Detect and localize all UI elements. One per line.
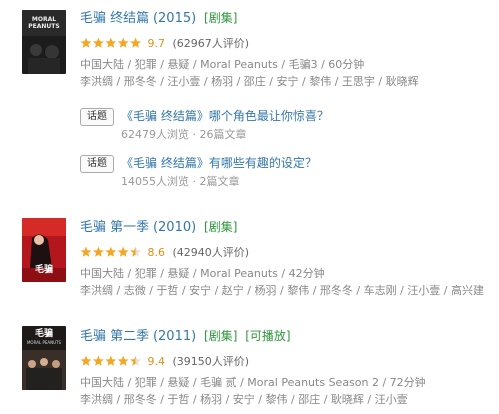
topic-meta-1: 62479人浏览 · 26篇文章 bbox=[121, 128, 247, 141]
star-icon bbox=[80, 355, 92, 366]
tag-playable-3[interactable]: [可播放] bbox=[245, 329, 290, 343]
meta-info-2: 中国大陆 / 犯罪 / 悬疑 / Moral Peanuts / 42分钟 bbox=[80, 267, 325, 280]
rating-count-2[interactable]: (42940人评价) bbox=[173, 246, 250, 259]
topic-button-1[interactable]: 话题 bbox=[80, 108, 114, 126]
tag-series-2[interactable]: [剧集] bbox=[204, 220, 237, 234]
meta-info-3: 中国大陆 / 犯罪 / 悬疑 / 毛骗 贰 / Moral Peanuts Se… bbox=[80, 376, 426, 389]
year-3: (2011) bbox=[152, 329, 197, 344]
star-icon bbox=[117, 37, 129, 48]
poster-image-2[interactable]: 毛骗 bbox=[22, 218, 66, 282]
rating-stars-3 bbox=[80, 355, 142, 367]
score-2: 8.6 bbox=[147, 246, 166, 259]
star-icon bbox=[93, 355, 104, 366]
tag-series-3[interactable]: [剧集] bbox=[204, 329, 237, 343]
poster-image-3[interactable]: 毛骗 MORAL PEANUTS bbox=[22, 326, 66, 390]
topic-meta-2: 14055人浏览 · 2篇文章 bbox=[121, 175, 240, 188]
poster-1-text: MORAL PEANUTS bbox=[28, 16, 60, 30]
topic-title-2[interactable]: 《毛骗 终结篇》有哪些有趣的设定？ bbox=[121, 154, 317, 172]
star-icon bbox=[93, 37, 104, 48]
title-link-1[interactable]: 毛骗 终结篇 bbox=[80, 11, 149, 26]
star-icon bbox=[93, 246, 104, 257]
title-link-3[interactable]: 毛骗 第二季 bbox=[80, 329, 149, 344]
rating-count-1[interactable]: (62967人评价) bbox=[173, 37, 250, 50]
rating-count-3[interactable]: (39150人评价) bbox=[173, 355, 250, 368]
star-icon bbox=[130, 355, 141, 366]
poster-3-text: 毛骗 bbox=[34, 329, 53, 339]
score-1: 9.7 bbox=[147, 37, 166, 50]
rating-stars-2 bbox=[80, 246, 142, 258]
star-icon bbox=[80, 246, 92, 257]
star-icon bbox=[130, 246, 141, 257]
topic-button-2[interactable]: 话题 bbox=[80, 155, 114, 173]
star-icon bbox=[105, 246, 117, 257]
poster-3-subtext: MORAL PEANUTS bbox=[26, 340, 62, 345]
rating-stars-1 bbox=[80, 37, 142, 49]
meta-cast-1: 李洪绸 / 邢冬冬 / 汪小壹 / 杨羽 / 邵庄 / 安宁 / 黎伟 / 王思… bbox=[80, 75, 419, 88]
score-3: 9.4 bbox=[147, 355, 166, 368]
meta-cast-2: 李洪绸 / 志微 / 于哲 / 安宁 / 赵宁 / 杨羽 / 黎伟 / 邢冬冬 … bbox=[80, 284, 484, 297]
title-link-2[interactable]: 毛骗 第一季 bbox=[80, 220, 149, 235]
star-icon bbox=[117, 355, 129, 366]
year-1: (2015) bbox=[152, 11, 197, 26]
star-icon bbox=[130, 37, 141, 48]
poster-image-1[interactable]: MORAL PEANUTS bbox=[22, 10, 66, 74]
poster-2-text: 毛骗 bbox=[34, 265, 53, 275]
tag-series-1[interactable]: [剧集] bbox=[204, 11, 237, 25]
star-icon bbox=[117, 246, 129, 257]
meta-info-1: 中国大陆 / 犯罪 / 悬疑 / Moral Peanuts / 毛骗3 / 6… bbox=[80, 58, 365, 71]
star-icon bbox=[80, 37, 92, 48]
star-icon bbox=[105, 355, 117, 366]
meta-cast-3: 李洪绸 / 邢冬冬 / 于哲 / 杨羽 / 安宁 / 黎伟 / 邵庄 / 耿晓辉… bbox=[80, 393, 408, 406]
year-2: (2010) bbox=[152, 220, 197, 235]
star-icon bbox=[105, 37, 117, 48]
topic-title-1[interactable]: 《毛骗 终结篇》哪个角色最让你惊喜？ bbox=[121, 107, 329, 125]
